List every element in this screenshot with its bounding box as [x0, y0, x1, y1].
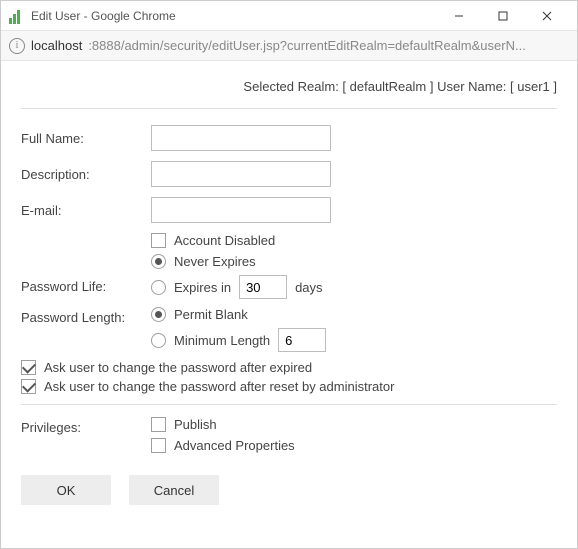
window-titlebar: Edit User - Google Chrome	[1, 1, 577, 31]
password-life-label: Password Life:	[21, 233, 151, 299]
privileges-label: Privileges:	[21, 417, 151, 453]
full-name-input[interactable]	[151, 125, 331, 151]
site-info-icon[interactable]: i	[9, 38, 25, 54]
button-bar: OK Cancel	[21, 475, 557, 505]
ask-after-reset-label: Ask user to change the password after re…	[44, 379, 394, 394]
permit-blank-label: Permit Blank	[174, 307, 248, 322]
window-controls	[437, 1, 569, 31]
email-label: E-mail:	[21, 203, 151, 218]
ask-after-reset-checkbox[interactable]	[21, 379, 36, 394]
never-expires-radio[interactable]	[151, 254, 166, 269]
expires-in-label-pre: Expires in	[174, 280, 231, 295]
privilege-advanced-checkbox[interactable]	[151, 438, 166, 453]
expires-in-days-input[interactable]	[239, 275, 287, 299]
ask-after-expired-checkbox[interactable]	[21, 360, 36, 375]
close-button[interactable]	[525, 1, 569, 31]
permit-blank-radio[interactable]	[151, 307, 166, 322]
expires-in-label-post: days	[295, 280, 322, 295]
divider	[21, 404, 557, 405]
ok-button[interactable]: OK	[21, 475, 111, 505]
page-content: Selected Realm: [ defaultRealm ] User Na…	[1, 61, 577, 525]
realm-user-line: Selected Realm: [ defaultRealm ] User Na…	[21, 77, 557, 108]
account-disabled-label: Account Disabled	[174, 233, 275, 248]
full-name-label: Full Name:	[21, 131, 151, 146]
app-icon	[9, 8, 25, 24]
privilege-publish-checkbox[interactable]	[151, 417, 166, 432]
address-path: :8888/admin/security/editUser.jsp?curren…	[88, 38, 569, 53]
minimum-length-label: Minimum Length	[174, 333, 270, 348]
minimum-length-input[interactable]	[278, 328, 326, 352]
never-expires-label: Never Expires	[174, 254, 256, 269]
divider	[21, 108, 557, 109]
privilege-publish-label: Publish	[174, 417, 217, 432]
description-label: Description:	[21, 167, 151, 182]
maximize-button[interactable]	[481, 1, 525, 31]
email-input[interactable]	[151, 197, 331, 223]
account-disabled-checkbox[interactable]	[151, 233, 166, 248]
ask-after-expired-label: Ask user to change the password after ex…	[44, 360, 312, 375]
minimize-button[interactable]	[437, 1, 481, 31]
description-input[interactable]	[151, 161, 331, 187]
privilege-advanced-label: Advanced Properties	[174, 438, 295, 453]
password-length-label: Password Length:	[21, 307, 151, 352]
window-title: Edit User - Google Chrome	[31, 9, 437, 23]
expires-in-radio[interactable]	[151, 280, 166, 295]
cancel-button[interactable]: Cancel	[129, 475, 219, 505]
minimum-length-radio[interactable]	[151, 333, 166, 348]
address-bar[interactable]: i localhost :8888/admin/security/editUser…	[1, 31, 577, 61]
address-host: localhost	[31, 38, 82, 53]
